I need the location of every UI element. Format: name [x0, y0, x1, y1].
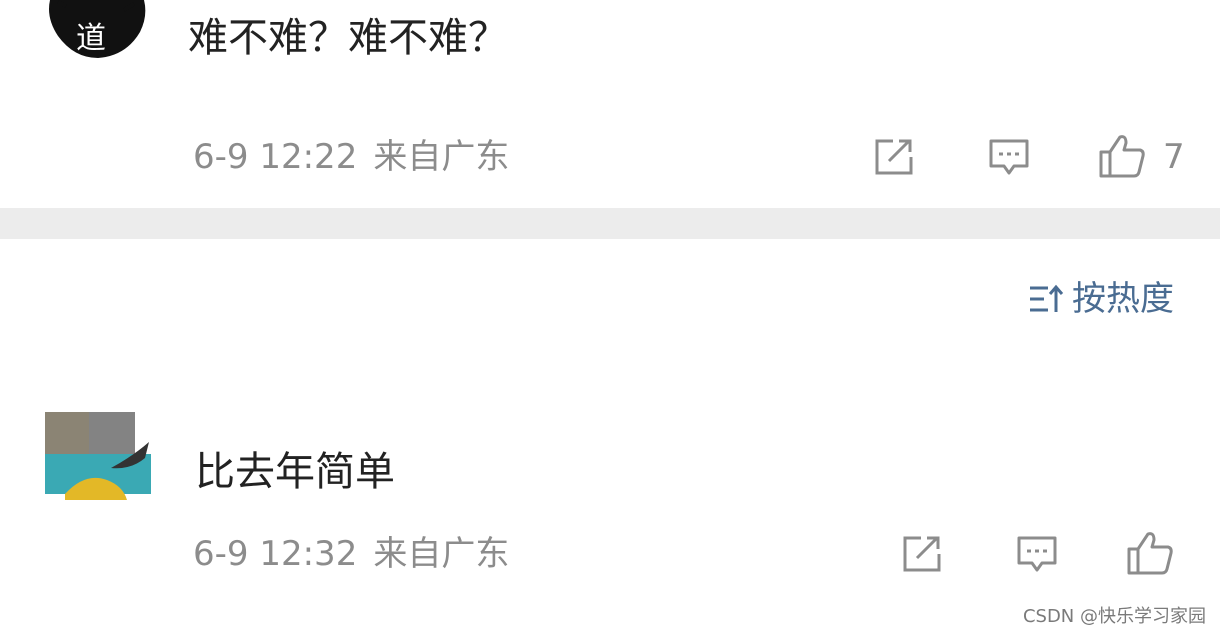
avatar[interactable] [45, 400, 151, 500]
comment-text: 难不难？难不难？ [188, 15, 508, 61]
avatar-image [45, 412, 151, 500]
like-count: 7 [1163, 137, 1185, 177]
share-button[interactable] [901, 534, 943, 574]
comment-time: 6-9 12:22 [193, 137, 358, 177]
avatar-image: 道 [49, 0, 146, 58]
sort-by-hot-button[interactable]: 按热度 [1028, 282, 1174, 316]
thumbs-up-icon [1099, 135, 1145, 178]
comment-icon [989, 139, 1029, 175]
sort-label: 按热度 [1072, 279, 1174, 319]
share-icon [875, 139, 913, 175]
watermark: CSDN @快乐学习家园 [1022, 606, 1206, 627]
comment-text: 比去年简单 [195, 449, 395, 495]
avatar-glyph: 道 [76, 21, 106, 56]
avatar[interactable]: 道 [36, 0, 150, 60]
comment-time: 6-9 12:32 [193, 534, 358, 574]
comment-button[interactable] [988, 138, 1030, 178]
sort-icon [1030, 284, 1064, 312]
comment-meta: 6-9 12:22 来自广东 [193, 140, 509, 174]
comment-button[interactable] [1016, 535, 1058, 575]
share-button[interactable] [873, 137, 915, 177]
like-button[interactable] [1098, 133, 1146, 179]
like-button[interactable] [1126, 530, 1174, 576]
comment-meta: 6-9 12:32 来自广东 [193, 537, 509, 571]
share-icon [903, 536, 941, 572]
section-divider [0, 208, 1220, 239]
comment-location: 来自广东 [373, 534, 510, 574]
comment-location: 来自广东 [373, 137, 510, 177]
thumbs-up-icon [1127, 532, 1173, 575]
comment-icon [1017, 536, 1057, 572]
